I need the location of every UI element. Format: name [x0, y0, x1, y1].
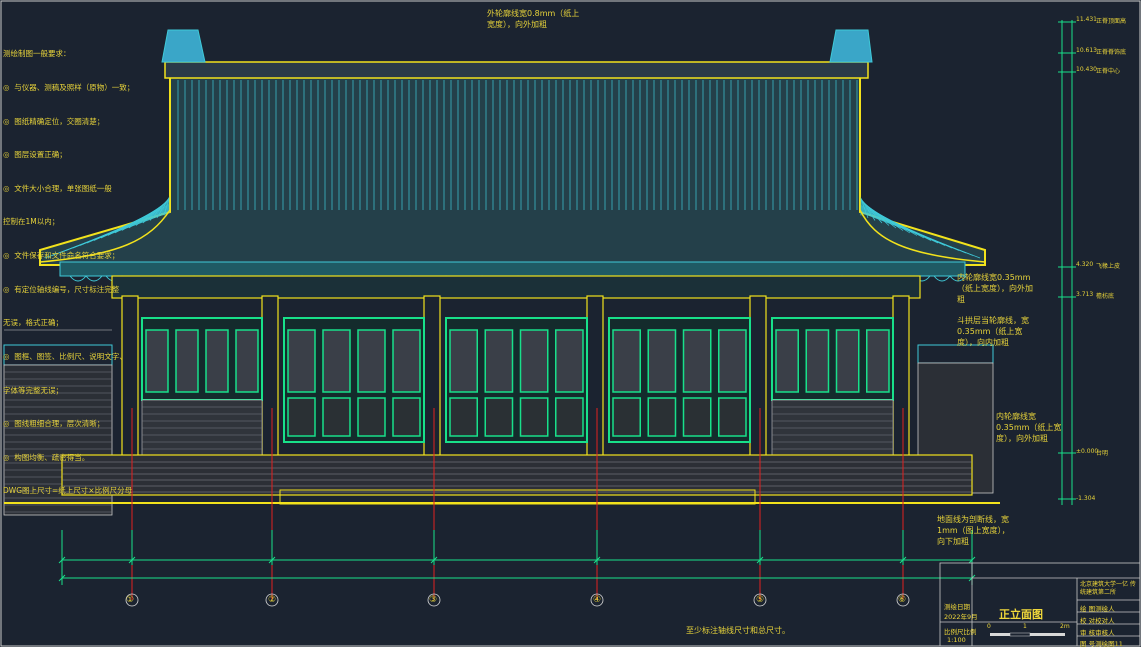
level-label: 檐枋底 — [1096, 293, 1115, 300]
door-panel — [555, 397, 584, 437]
note-line: ◎ 与仪器、测稿及照样（原物）一致； — [3, 83, 135, 93]
axis-label: ① — [126, 595, 135, 605]
lattice-panel — [145, 329, 169, 393]
lattice-panel — [866, 329, 890, 393]
level-label: 正脊顶面高 — [1096, 18, 1127, 25]
lattice-panel — [484, 329, 514, 393]
lattice-panel — [835, 329, 860, 393]
drawing-title: 正立面图 — [999, 608, 1043, 621]
note-line: ◎ 构图均衡、疏密得当。 — [3, 452, 90, 462]
lattice-panel — [647, 329, 677, 393]
title-row: 图 号测绘图11 — [1080, 640, 1123, 647]
lattice-panel — [357, 329, 386, 393]
dimension-note: 至少标注轴线尺寸和总尺寸。 — [686, 626, 790, 635]
axis-label: ⑥ — [898, 595, 907, 605]
note-line: ◎ 文件大小合理，单张图纸一般 — [3, 183, 112, 193]
door-panel — [287, 397, 316, 437]
column — [586, 295, 604, 457]
lattice-panel — [175, 329, 199, 393]
note-line: 字体等完整无误； — [3, 385, 63, 395]
title-row: 绘 图测绘人 — [1080, 605, 1115, 613]
dougong-outline-note: 斗拱层当轮廓线，宽 0.35mm（纸上宽度），向内加粗 — [957, 316, 1029, 347]
level-value: 10.613 — [1076, 47, 1097, 54]
note-line: 无误，格式正确； — [3, 318, 63, 328]
cad-drawing: 测绘制图一般要求： ◎ 与仪器、测稿及照样（原物）一致； ◎ 图纸精确定位，交圈… — [0, 0, 1141, 647]
note-line: 控制在1M以内； — [3, 217, 60, 227]
scale-tick: 0 — [987, 623, 991, 630]
lattice-panel — [205, 329, 229, 393]
column — [749, 295, 767, 457]
scale-tick: 2m — [1060, 623, 1070, 630]
note-line: ◎ 图框、图签、比例尺、说明文字、 — [3, 351, 127, 361]
level-value: ±0.000 — [1076, 448, 1099, 455]
door-panel — [647, 397, 677, 437]
main-roof — [39, 29, 986, 282]
drawing-notes: 测绘制图一般要求： ◎ 与仪器、测稿及照样（原物）一致； ◎ 图纸精确定位，交圈… — [3, 26, 134, 508]
door-panel — [357, 397, 386, 437]
lattice-panel — [612, 329, 641, 393]
lattice-panel — [322, 329, 351, 393]
lattice-panel — [449, 329, 478, 393]
column — [423, 295, 441, 457]
notes-title: 测绘制图一般要求： — [3, 49, 71, 59]
lattice-panel — [392, 329, 421, 393]
platform — [4, 454, 1000, 505]
brick-sill-wall — [141, 399, 263, 456]
door-panel — [718, 397, 747, 437]
lattice-panel — [235, 329, 259, 393]
axis-label: ③ — [429, 595, 438, 605]
scale-tick: 1 — [1023, 623, 1027, 630]
door-panel — [392, 397, 421, 437]
level-value: 4.320 — [1076, 261, 1094, 268]
door-panel — [682, 397, 712, 437]
date-label: 测绘日期 — [944, 603, 970, 611]
note-line: ◎ 图纸精确定位，交圈清楚； — [3, 116, 105, 126]
door-panel — [484, 397, 514, 437]
level-value: 10.430 — [1076, 66, 1097, 73]
lattice-panel — [718, 329, 747, 393]
title-row: 校 对校对人 — [1080, 617, 1115, 625]
outer-outline-note: 外轮廓线宽0.8mm（纸上宽度），向外加粗 — [487, 9, 580, 29]
level-value: 3.713 — [1076, 291, 1094, 298]
ground-line-note: 地面线为剖断线，宽 1mm（图上宽度），向下加粗 — [937, 515, 1010, 546]
brick-sill-wall — [771, 399, 894, 456]
door-panel — [449, 397, 478, 437]
scale-bar — [990, 632, 1065, 637]
door-panel — [612, 397, 641, 437]
note-line: ◎ 有定位轴线编号，尺寸标注完整 — [3, 284, 120, 294]
level-value: 11.431 — [1076, 16, 1097, 23]
note-line: ◎ 图层设置正确； — [3, 150, 67, 160]
organization: 北京建筑大学一亿 传统建筑第二所 — [1080, 581, 1136, 596]
note-line: ◎ 图线粗细合理，层次清晰； — [3, 419, 105, 429]
title-row: 审 核审核人 — [1080, 629, 1115, 637]
scale-label: 比例尺比例 — [944, 628, 977, 636]
lattice-panel — [287, 329, 316, 393]
dougong-band — [111, 275, 921, 299]
date-value: 2022年9月 — [944, 613, 978, 621]
axis-label: ② — [268, 595, 277, 605]
lattice-panel — [519, 329, 549, 393]
column — [892, 295, 910, 457]
lattice-panel — [555, 329, 584, 393]
lattice-panel — [805, 329, 830, 393]
inner-outline-note-2: 内轮廓线宽0.35mm（纸上宽度），向外加粗 — [996, 412, 1062, 443]
lattice-panel — [775, 329, 799, 393]
dimension-lines — [61, 532, 973, 585]
level-label: 台明 — [1096, 450, 1109, 457]
column — [261, 295, 279, 457]
level-label: 正脊中心 — [1096, 68, 1121, 75]
note-line: ◎ 文件保存和文件命名符合要求； — [3, 251, 120, 261]
scale-value: 1:100 — [947, 636, 966, 644]
lattice-panel — [682, 329, 712, 393]
axis-label: ④ — [593, 595, 602, 605]
level-value: -1.304 — [1076, 495, 1096, 502]
axis-label: ⑤ — [756, 595, 765, 605]
door-panel — [519, 397, 549, 437]
note-line: DWG图上尺寸=纸上尺寸×比例尺分母 — [3, 486, 133, 496]
facade-bays — [121, 295, 910, 457]
door-panel — [322, 397, 351, 437]
level-label: 正脊脊饰底 — [1096, 49, 1127, 56]
level-label: 飞椽上皮 — [1096, 263, 1121, 270]
inner-outline-note-1: 内轮廓线宽0.35mm（纸上宽度），向外加粗 — [957, 273, 1033, 304]
